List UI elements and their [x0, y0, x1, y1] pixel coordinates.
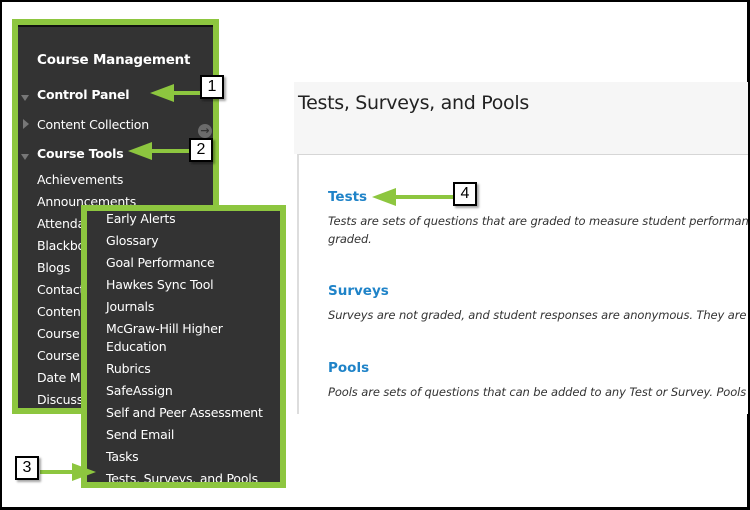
- submenu-item-tests-surveys-pools[interactable]: Tests, Surveys, and Pools: [106, 470, 258, 482]
- submenu-item-goal-performance[interactable]: Goal Performance: [106, 254, 215, 272]
- submenu-item-send-email[interactable]: Send Email: [106, 426, 174, 444]
- sidebar-item-course-1[interactable]: Course: [37, 326, 80, 341]
- callout-number-4: 4: [453, 182, 477, 206]
- sidebar-item-content[interactable]: Content: [37, 304, 86, 319]
- tests-description-line2: graded.: [328, 232, 372, 246]
- submenu-item-safeassign[interactable]: SafeAssign: [106, 382, 173, 400]
- sidebar-item-content-collection[interactable]: Content Collection: [37, 117, 149, 132]
- circle-arrow-right-icon[interactable]: →: [198, 124, 212, 138]
- expand-triangle-icon[interactable]: [21, 154, 29, 160]
- callout-number-2: 2: [189, 138, 213, 162]
- course-management-title: Course Management: [37, 52, 191, 68]
- submenu-item-early-alerts[interactable]: Early Alerts: [106, 211, 176, 228]
- submenu-item-hawkes-sync-tool[interactable]: Hawkes Sync Tool: [106, 276, 214, 294]
- submenu-item-journals[interactable]: Journals: [106, 298, 154, 316]
- page-header: Tests, Surveys, and Pools: [294, 82, 748, 154]
- panel-top-divider: [18, 25, 213, 27]
- page-title: Tests, Surveys, and Pools: [298, 92, 529, 114]
- sidebar-item-achievements[interactable]: Achievements: [37, 172, 123, 187]
- callout-number-1: 1: [200, 75, 224, 99]
- sidebar-item-blogs[interactable]: Blogs: [37, 260, 70, 275]
- sidebar-item-course-tools[interactable]: Course Tools: [37, 146, 124, 161]
- submenu-item-glossary[interactable]: Glossary: [106, 232, 159, 250]
- submenu-item-rubrics[interactable]: Rubrics: [106, 360, 151, 378]
- course-tools-submenu: Early Alerts Glossary Goal Performance H…: [81, 205, 286, 488]
- tests-description: Tests are sets of questions that are gra…: [328, 214, 748, 228]
- callout-number-3: 3: [15, 456, 39, 480]
- tests-link[interactable]: Tests: [328, 189, 367, 205]
- sidebar-item-control-panel[interactable]: Control Panel: [37, 87, 130, 102]
- surveys-link[interactable]: Surveys: [328, 283, 389, 299]
- submenu-item-mcgraw-hill[interactable]: McGraw-Hill Higher: [106, 320, 223, 338]
- pools-description: Pools are sets of questions that can be …: [328, 385, 748, 399]
- submenu-item-tasks[interactable]: Tasks: [106, 448, 139, 466]
- surveys-description: Surveys are not graded, and student resp…: [328, 308, 748, 322]
- pools-link[interactable]: Pools: [328, 360, 369, 376]
- submenu-item-self-peer-assessment[interactable]: Self and Peer Assessment: [106, 404, 263, 422]
- collapse-triangle-icon[interactable]: [23, 119, 29, 129]
- content-panel: Tests Tests are sets of questions that a…: [297, 154, 748, 414]
- expand-triangle-icon[interactable]: [21, 95, 29, 101]
- submenu-item-mcgraw-hill-line2[interactable]: Education: [106, 338, 167, 356]
- sidebar-item-course-2[interactable]: Course: [37, 348, 80, 363]
